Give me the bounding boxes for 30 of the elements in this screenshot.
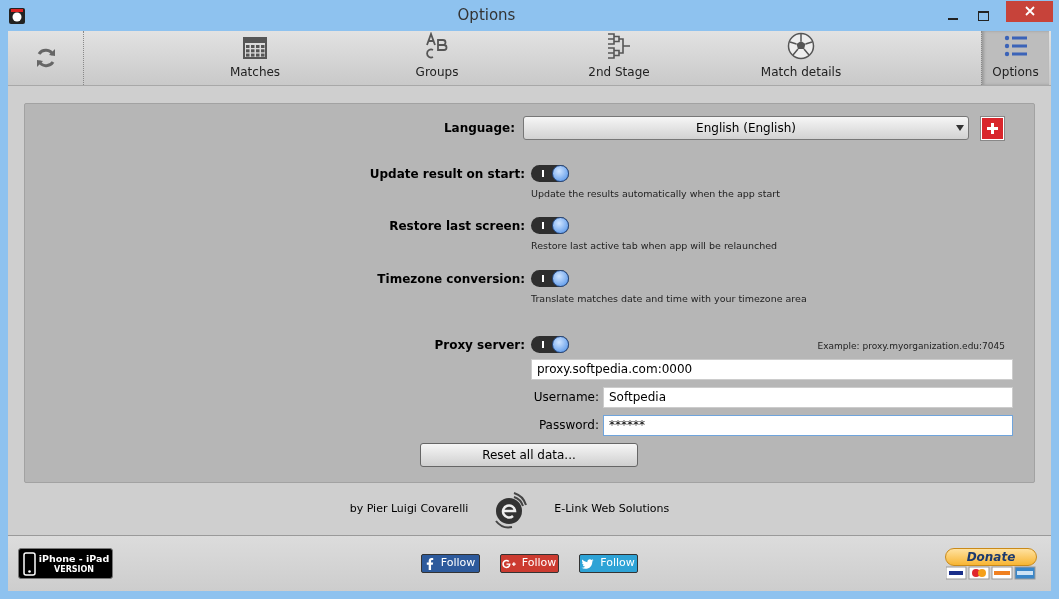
field-label: Password: [537,417,600,435]
badge-subtitle: VERSION [53,564,95,575]
toolbar-tab[interactable]: Matches [164,31,346,85]
badge-title: iPhone - iPad [38,552,110,565]
author-credit: by Pier Luigi Covarelli [349,500,469,517]
field-label: Language: [442,120,516,137]
iphone-ipad-badge[interactable]: iPhone - iPad VERSION [18,548,113,579]
donate-button[interactable]: Donate [945,547,1037,566]
follow-button[interactable]: Follow [420,554,480,573]
setting-description: Update the results automatically when the app start [531,187,780,201]
toolbar-tab[interactable]: Options [981,31,1049,85]
language-dropdown[interactable]: English (English) [523,116,969,140]
field-label: Proxy server: [433,336,526,354]
field-label: Restore last screen: [388,218,526,236]
toolbar-tab[interactable]: Groups [346,31,528,85]
toolbar-tab[interactable]: 2nd Stage [528,31,710,85]
follow-button[interactable]: Follow [499,554,559,573]
field-label: Update result on start: [368,166,526,183]
reset-button[interactable]: Reset all data... [420,442,638,467]
field-label: Username: [532,389,600,407]
setting-description: Translate matches date and time with your timezone area [531,291,807,306]
proxy-address-field[interactable]: proxy.softpedia.com:0000 [531,358,1013,380]
company-credit: E-Link Web Solutions [554,500,670,517]
setting-description: Restore last active tab when app will be relaunched [531,239,778,254]
field-label: Timezone conversion: [376,270,526,288]
username-field[interactable]: Softpedia [603,386,1013,408]
window-title: Options [456,5,517,27]
example-hint: Example: proxy.myorganization.edu:7045 [817,339,1005,353]
password-field[interactable]: ****** [603,414,1013,436]
toolbar-tab[interactable]: Match details [710,31,892,85]
